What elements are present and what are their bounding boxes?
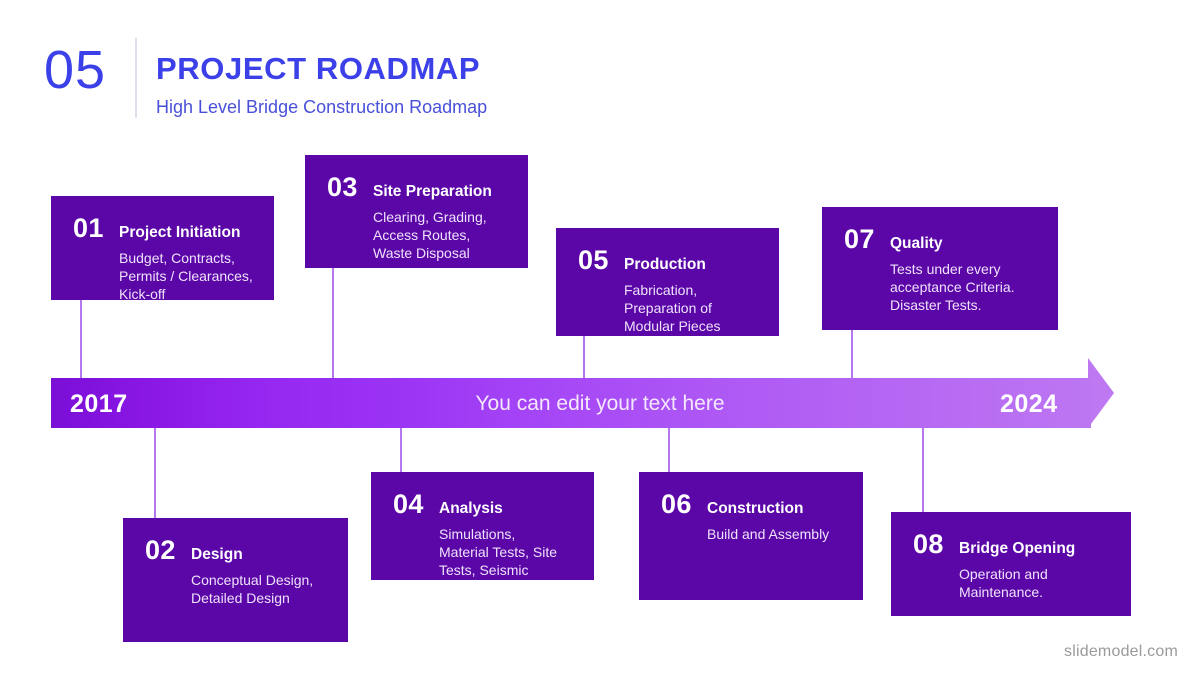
milestone-card-head: 03 Site Preparation [327, 171, 518, 203]
milestone-card-head: 04 Analysis [393, 488, 584, 520]
milestone-description: Budget, Contracts, Permits / Clearances,… [119, 250, 253, 302]
milestone-card-04[interactable]: 04 Analysis Simulations, Material Tests,… [371, 472, 594, 580]
milestone-card-01[interactable]: 01 Project Initiation Budget, Contracts,… [51, 196, 274, 303]
milestone-card-content: 04 Analysis Simulations, Material Tests,… [393, 488, 584, 579]
milestone-card-08[interactable]: 08 Bridge Opening Operation and Maintena… [891, 512, 1131, 616]
milestone-card-head: 06 Construction [661, 488, 853, 520]
milestone-number: 05 [578, 245, 609, 275]
milestone-title: Production [624, 256, 706, 273]
milestone-card-content: 03 Site Preparation Clearing, Grading, A… [327, 171, 518, 262]
milestone-title: Construction [707, 500, 804, 517]
milestone-card-head: 07 Quality [844, 223, 1048, 255]
milestone-card-content: 06 Construction Build and Assembly [661, 488, 853, 543]
milestone-card-content: 02 Design Conceptual Design, Detailed De… [145, 534, 338, 607]
milestone-description: Clearing, Grading, Access Routes, Waste … [373, 209, 487, 261]
milestone-card-06[interactable]: 06 Construction Build and Assembly [639, 472, 863, 600]
milestone-title: Project Initiation [119, 224, 241, 241]
watermark: slidemodel.com [1064, 643, 1178, 660]
milestone-number: 02 [145, 535, 176, 565]
milestone-description: Fabrication, Preparation of Modular Piec… [624, 282, 721, 334]
timeline-end-year: 2024 [1000, 390, 1058, 418]
slide-canvas: 05 PROJECT ROADMAP High Level Bridge Con… [0, 0, 1200, 675]
milestone-title: Bridge Opening [959, 540, 1076, 557]
milestone-card-03[interactable]: 03 Site Preparation Clearing, Grading, A… [305, 155, 528, 268]
milestone-description: Operation and Maintenance. [959, 566, 1048, 600]
milestone-number: 07 [844, 224, 875, 254]
milestone-card-head: 05 Production [578, 244, 769, 276]
milestone-card-head: 08 Bridge Opening [913, 528, 1121, 560]
milestone-card-content: 05 Production Fabrication, Preparation o… [578, 244, 769, 335]
milestone-card-content: 08 Bridge Opening Operation and Maintena… [913, 528, 1121, 601]
milestone-card-content: 07 Quality Tests under every acceptance … [844, 223, 1048, 314]
milestone-number: 06 [661, 489, 692, 519]
milestone-number: 04 [393, 489, 424, 519]
milestone-description: Conceptual Design, Detailed Design [191, 572, 314, 606]
milestone-title: Design [191, 546, 243, 563]
milestone-card-head: 01 Project Initiation [73, 212, 264, 244]
milestone-title: Site Preparation [373, 183, 492, 200]
milestone-card-content: 01 Project Initiation Budget, Contracts,… [73, 212, 264, 303]
milestone-card-02[interactable]: 02 Design Conceptual Design, Detailed De… [123, 518, 348, 642]
milestone-card-head: 02 Design [145, 534, 338, 566]
milestone-title: Quality [890, 235, 943, 252]
milestone-number: 01 [73, 213, 104, 243]
milestone-card-07[interactable]: 07 Quality Tests under every acceptance … [822, 207, 1058, 330]
milestone-card-05[interactable]: 05 Production Fabrication, Preparation o… [556, 228, 779, 336]
milestone-number: 03 [327, 172, 358, 202]
milestone-title: Analysis [439, 500, 503, 517]
milestone-description: Simulations, Material Tests, Site Tests,… [439, 526, 558, 578]
milestone-number: 08 [913, 529, 944, 559]
milestone-description: Build and Assembly [707, 526, 830, 542]
milestone-description: Tests under every acceptance Criteria. D… [890, 261, 1015, 313]
